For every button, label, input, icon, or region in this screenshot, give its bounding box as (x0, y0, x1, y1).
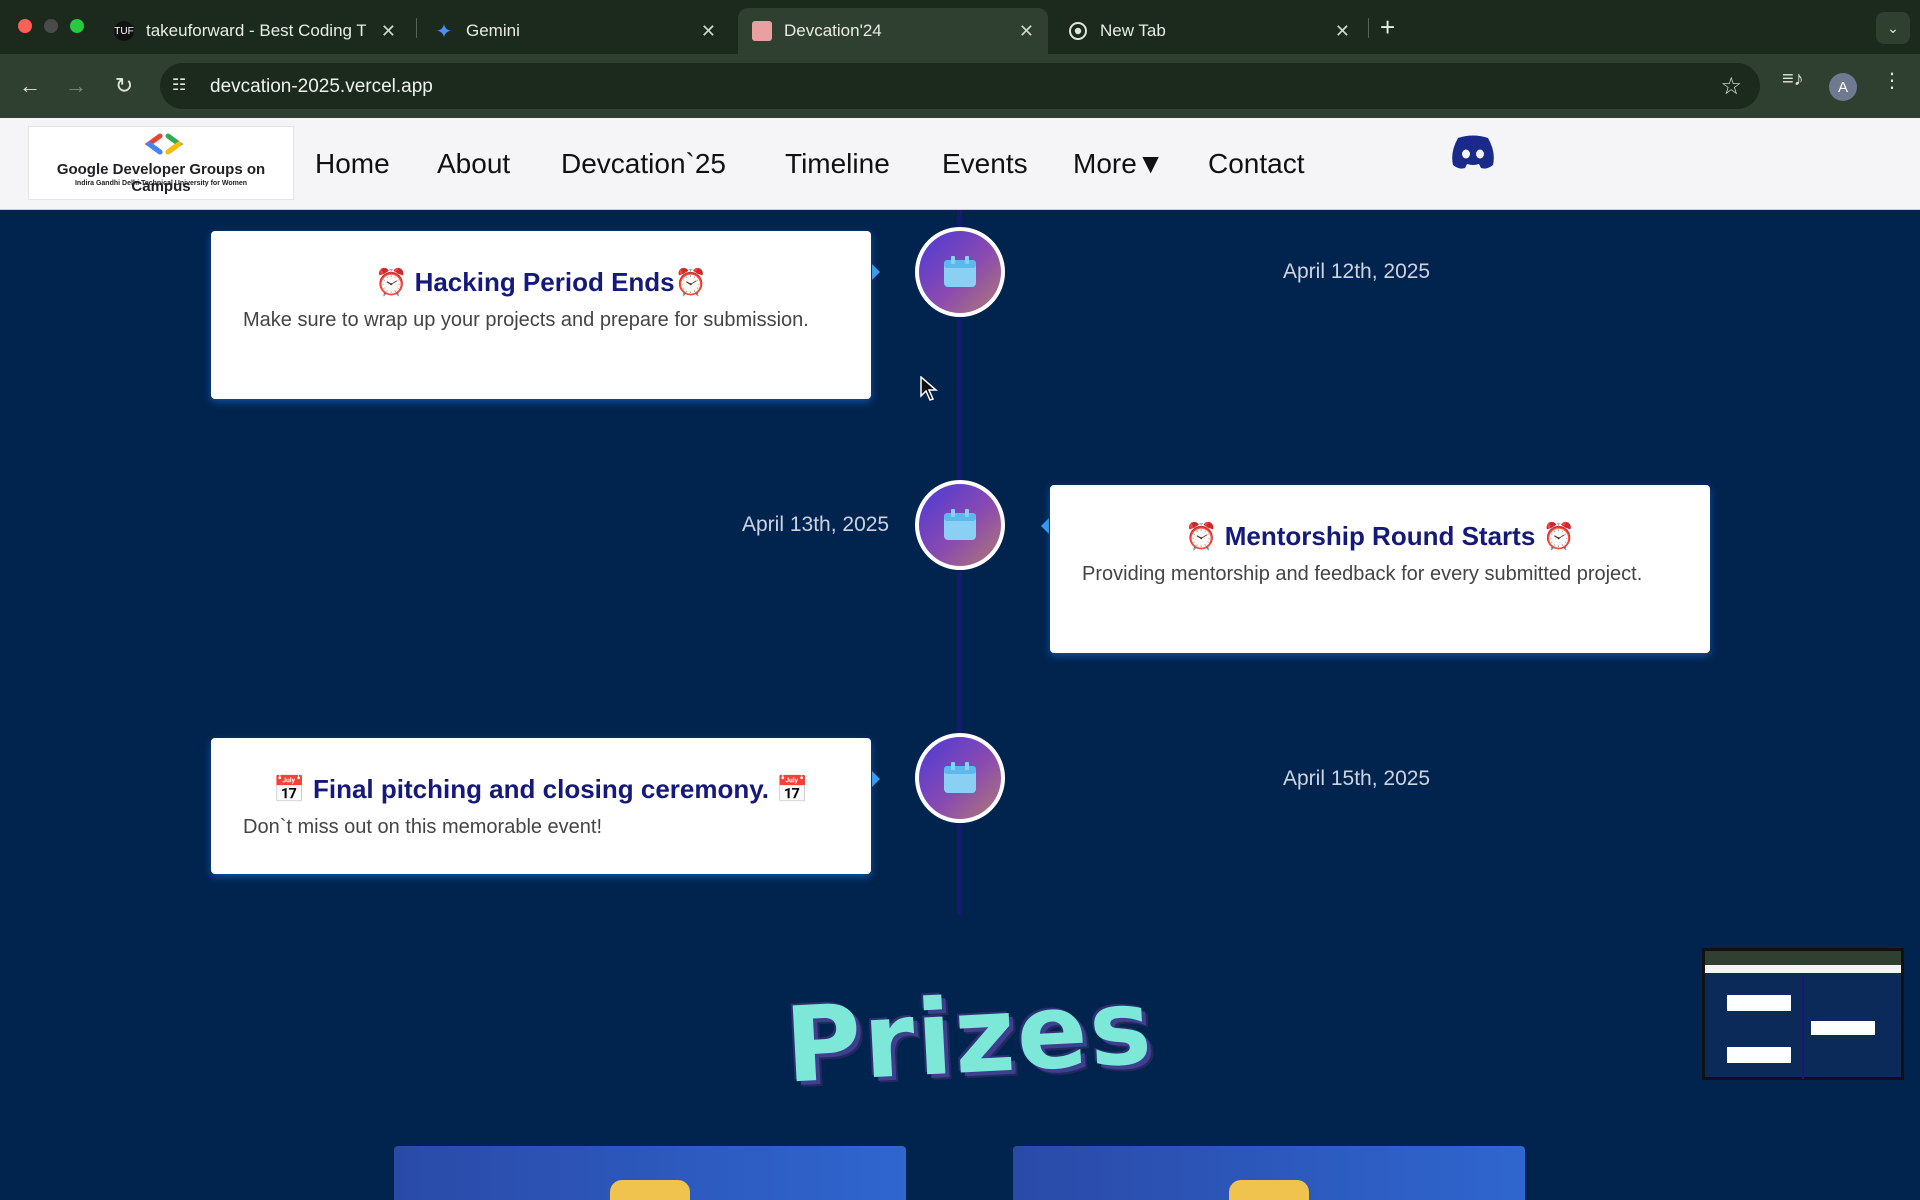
prize-card (1013, 1146, 1525, 1200)
gdg-logo[interactable]: Google Developer Groups on Campus Indira… (28, 126, 294, 200)
chrome-icon (1068, 21, 1088, 41)
nav-devcation[interactable]: Devcation`25 (561, 118, 726, 210)
timeline-node (915, 733, 1005, 823)
prizes-heading: Prizes (782, 965, 1157, 1107)
nav-about[interactable]: About (437, 118, 510, 210)
timeline-card-final-pitching: 📅 Final pitching and closing ceremony. 📅… (211, 738, 871, 874)
card-title: 📅 Final pitching and closing ceremony. 📅 (273, 774, 809, 804)
profile-avatar[interactable]: A (1829, 73, 1857, 101)
card-pointer (872, 264, 880, 280)
tuf-favicon: TUF (114, 21, 134, 41)
minimize-window-button[interactable] (44, 19, 58, 33)
close-window-button[interactable] (18, 19, 32, 33)
reload-icon[interactable]: ↻ (106, 68, 142, 104)
media-control-icon[interactable]: ≡♪ (1782, 68, 1804, 91)
devcation-favicon (752, 21, 772, 41)
tab-takeuforward[interactable]: TUF takeuforward - Best Coding T ✕ (100, 8, 410, 54)
thumbnail-card (1727, 995, 1791, 1011)
gdg-brackets-icon (144, 133, 184, 155)
card-description: Providing mentorship and feedback for ev… (1082, 563, 1643, 585)
forward-arrow-icon[interactable]: → (58, 68, 94, 104)
url-text: devcation-2025.vercel.app (210, 76, 433, 97)
tab-title: Devcation'24 (784, 21, 882, 40)
bookmark-star-icon[interactable]: ☆ (1720, 72, 1742, 101)
maximize-window-button[interactable] (70, 19, 84, 33)
tuf-favicon-text: TUF (114, 25, 134, 37)
browser-toolbar: ← → ↻ ☷ devcation-2025.vercel.app ☆ ≡♪ ⋮ (0, 54, 1920, 118)
close-tab-icon[interactable]: ✕ (1335, 21, 1350, 42)
card-title: ⏰ Mentorship Round Starts ⏰ (1185, 521, 1575, 551)
back-arrow-icon[interactable]: ← (12, 68, 48, 104)
timeline-card-hacking-period-ends: ⏰ Hacking Period Ends⏰ Make sure to wrap… (211, 231, 871, 399)
new-tab-plus-icon[interactable]: + (1380, 12, 1395, 43)
prize-card (394, 1146, 906, 1200)
close-tab-icon[interactable]: ✕ (1019, 21, 1034, 42)
nav-events[interactable]: Events (942, 118, 1028, 210)
site-settings-icon[interactable]: ☷ (172, 75, 196, 97)
tab-separator (416, 18, 417, 38)
tab-new-tab[interactable]: New Tab ✕ (1054, 8, 1364, 54)
nav-timeline[interactable]: Timeline (785, 118, 890, 210)
trophy-icon (1229, 1180, 1309, 1200)
address-bar[interactable]: ☷ devcation-2025.vercel.app ☆ (160, 63, 1760, 109)
timeline-card-mentorship-round: ⏰ Mentorship Round Starts ⏰ Providing me… (1050, 485, 1710, 653)
tab-title: New Tab (1100, 21, 1166, 40)
gemini-sparkle-icon: ✦ (435, 20, 453, 43)
thumbnail-card (1811, 1021, 1875, 1035)
mouse-cursor-icon (920, 376, 938, 401)
tab-separator (1368, 18, 1369, 38)
tab-title: Gemini (466, 21, 520, 40)
timeline-date: April 15th, 2025 (1283, 767, 1431, 790)
thumbnail-line (1802, 975, 1804, 1079)
timeline-date: April 12th, 2025 (1283, 260, 1431, 283)
card-pointer (1041, 518, 1049, 534)
site-header: Google Developer Groups on Campus Indira… (0, 118, 1920, 210)
nav-more-dropdown[interactable]: More▼ (1073, 118, 1165, 210)
card-description: Don`t miss out on this memorable event! (243, 816, 603, 838)
tab-devcation[interactable]: Devcation'24 ✕ (738, 8, 1048, 54)
trophy-icon (610, 1180, 690, 1200)
browser-tab-bar: TUF takeuforward - Best Coding T ✕ ✦ Gem… (0, 0, 1920, 54)
nav-contact[interactable]: Contact (1208, 118, 1305, 210)
calendar-icon (944, 256, 976, 287)
thumbnail-chrome (1705, 951, 1901, 965)
page-preview-thumbnail[interactable] (1702, 948, 1904, 1080)
logo-title: Google Developer Groups on Campus (56, 161, 266, 195)
tab-title: takeuforward - Best Coding T (146, 21, 366, 40)
calendar-icon (944, 762, 976, 793)
card-pointer (872, 771, 880, 787)
close-tab-icon[interactable]: ✕ (381, 21, 396, 42)
timeline-node (915, 480, 1005, 570)
discord-icon[interactable] (1450, 134, 1496, 170)
more-menu-icon[interactable]: ⋮ (1882, 68, 1902, 93)
tab-gemini[interactable]: ✦ Gemini ✕ (420, 8, 730, 54)
nav-home[interactable]: Home (315, 118, 390, 210)
tab-search-chevron-icon[interactable]: ⌄ (1876, 12, 1910, 44)
close-tab-icon[interactable]: ✕ (701, 21, 716, 42)
logo-subtitle: Indira Gandhi Delhi Technical University… (74, 180, 248, 187)
timeline-date: April 13th, 2025 (742, 513, 890, 536)
timeline-node (915, 227, 1005, 317)
calendar-icon (944, 509, 976, 540)
card-description: Make sure to wrap up your projects and p… (243, 309, 809, 331)
thumbnail-card (1727, 1047, 1791, 1063)
card-title: ⏰ Hacking Period Ends⏰ (374, 267, 708, 297)
thumbnail-header (1705, 965, 1901, 973)
